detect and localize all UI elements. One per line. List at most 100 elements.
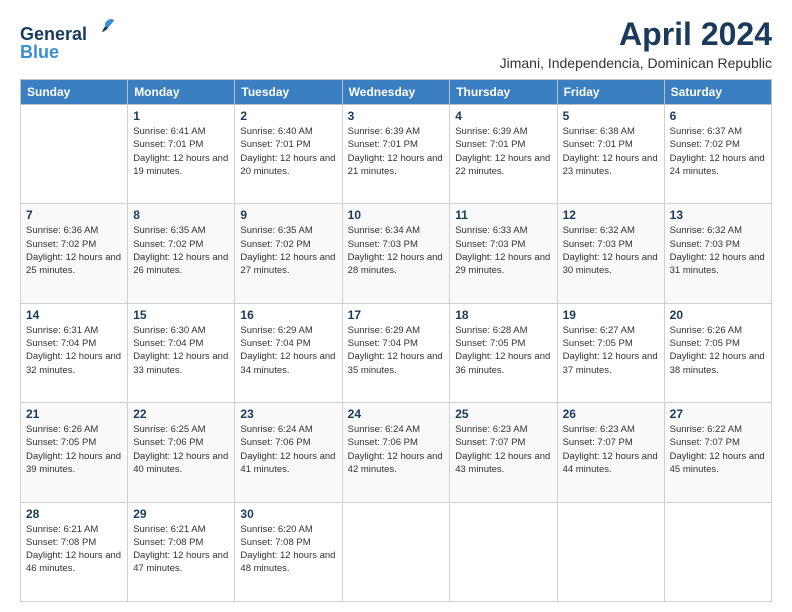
day-number: 19 — [563, 308, 659, 322]
calendar-week-row: 21 Sunrise: 6:26 AMSunset: 7:05 PMDayligh… — [21, 403, 772, 502]
calendar-cell — [557, 502, 664, 601]
day-detail: Sunrise: 6:30 AMSunset: 7:04 PMDaylight:… — [133, 324, 229, 377]
calendar-cell: 6Sunrise: 6:37 AMSunset: 7:02 PMDaylight… — [664, 105, 771, 204]
calendar-header-thursday: Thursday — [450, 80, 557, 105]
calendar-cell — [342, 502, 450, 601]
calendar-cell: 9Sunrise: 6:35 AMSunset: 7:02 PMDaylight… — [235, 204, 342, 303]
day-number: 15 — [133, 308, 229, 322]
subtitle: Jimani, Independencia, Dominican Republi… — [500, 55, 772, 71]
day-number: 10 — [348, 208, 445, 222]
calendar-cell: 2 Sunrise: 6:40 AMSunset: 7:01 PMDaylight… — [235, 105, 342, 204]
calendar-cell — [450, 502, 557, 601]
day-number: 30 — [240, 507, 336, 521]
calendar-cell: 13Sunrise: 6:32 AMSunset: 7:03 PMDayligh… — [664, 204, 771, 303]
day-number: 5 — [563, 109, 659, 123]
calendar-cell: 27 Sunrise: 6:22 AMSunset: 7:07 PMDayligh… — [664, 403, 771, 502]
day-number: 9 — [240, 208, 336, 222]
day-detail: Sunrise: 6:24 AMSunset: 7:06 PMDaylight:… — [240, 423, 336, 476]
calendar-cell — [664, 502, 771, 601]
day-detail: Sunrise: 6:39 AMSunset: 7:01 PMDaylight:… — [455, 125, 551, 178]
day-detail: Sunrise: 6:26 AMSunset: 7:05 PMDaylight:… — [26, 423, 122, 476]
day-detail: Sunrise: 6:22 AMSunset: 7:07 PMDaylight:… — [670, 423, 766, 476]
calendar-header-sunday: Sunday — [21, 80, 128, 105]
day-number: 21 — [26, 407, 122, 421]
day-detail: Sunrise: 6:21 AMSunset: 7:08 PMDaylight:… — [133, 523, 229, 576]
calendar-cell: 25 Sunrise: 6:23 AMSunset: 7:07 PMDayligh… — [450, 403, 557, 502]
logo: General Blue — [20, 16, 118, 63]
calendar-cell: 16Sunrise: 6:29 AMSunset: 7:04 PMDayligh… — [235, 303, 342, 402]
day-detail: Sunrise: 6:41 AMSunset: 7:01 PMDaylight:… — [133, 125, 229, 178]
calendar-header-wednesday: Wednesday — [342, 80, 450, 105]
day-detail: Sunrise: 6:26 AMSunset: 7:05 PMDaylight:… — [670, 324, 766, 377]
calendar-header-saturday: Saturday — [664, 80, 771, 105]
calendar-cell: 18 Sunrise: 6:28 AMSunset: 7:05 PMDayligh… — [450, 303, 557, 402]
calendar-cell: 8 Sunrise: 6:35 AMSunset: 7:02 PMDaylight… — [128, 204, 235, 303]
calendar-cell: 24 Sunrise: 6:24 AMSunset: 7:06 PMDayligh… — [342, 403, 450, 502]
day-number: 29 — [133, 507, 229, 521]
calendar-cell: 7Sunrise: 6:36 AMSunset: 7:02 PMDaylight… — [21, 204, 128, 303]
calendar-header-tuesday: Tuesday — [235, 80, 342, 105]
day-detail: Sunrise: 6:28 AMSunset: 7:05 PMDaylight:… — [455, 324, 551, 377]
title-area: April 2024 Jimani, Independencia, Domini… — [500, 16, 772, 71]
day-detail: Sunrise: 6:29 AMSunset: 7:04 PMDaylight:… — [240, 324, 336, 377]
calendar-cell: 23Sunrise: 6:24 AMSunset: 7:06 PMDayligh… — [235, 403, 342, 502]
day-detail: Sunrise: 6:23 AMSunset: 7:07 PMDaylight:… — [455, 423, 551, 476]
day-number: 8 — [133, 208, 229, 222]
calendar-header-monday: Monday — [128, 80, 235, 105]
calendar-cell: 28Sunrise: 6:21 AMSunset: 7:08 PMDayligh… — [21, 502, 128, 601]
header: General Blue April 2024 Jimani, Independ… — [20, 16, 772, 71]
day-number: 2 — [240, 109, 336, 123]
day-number: 11 — [455, 208, 551, 222]
page: General Blue April 2024 Jimani, Independ… — [0, 0, 792, 612]
day-detail: Sunrise: 6:32 AMSunset: 7:03 PMDaylight:… — [670, 224, 766, 277]
calendar-header-friday: Friday — [557, 80, 664, 105]
day-detail: Sunrise: 6:35 AMSunset: 7:02 PMDaylight:… — [133, 224, 229, 277]
day-number: 4 — [455, 109, 551, 123]
main-title: April 2024 — [500, 16, 772, 53]
day-detail: Sunrise: 6:33 AMSunset: 7:03 PMDaylight:… — [455, 224, 551, 277]
calendar-cell: 12Sunrise: 6:32 AMSunset: 7:03 PMDayligh… — [557, 204, 664, 303]
day-detail: Sunrise: 6:39 AMSunset: 7:01 PMDaylight:… — [348, 125, 445, 178]
day-number: 26 — [563, 407, 659, 421]
day-number: 18 — [455, 308, 551, 322]
calendar-cell: 20 Sunrise: 6:26 AMSunset: 7:05 PMDayligh… — [664, 303, 771, 402]
day-detail: Sunrise: 6:32 AMSunset: 7:03 PMDaylight:… — [563, 224, 659, 277]
calendar-cell: 30 Sunrise: 6:20 AMSunset: 7:08 PMDayligh… — [235, 502, 342, 601]
day-number: 14 — [26, 308, 122, 322]
calendar-cell: 11 Sunrise: 6:33 AMSunset: 7:03 PMDayligh… — [450, 204, 557, 303]
calendar-cell — [21, 105, 128, 204]
calendar-table: SundayMondayTuesdayWednesdayThursdayFrid… — [20, 79, 772, 602]
day-detail: Sunrise: 6:27 AMSunset: 7:05 PMDaylight:… — [563, 324, 659, 377]
day-number: 6 — [670, 109, 766, 123]
day-detail: Sunrise: 6:20 AMSunset: 7:08 PMDaylight:… — [240, 523, 336, 576]
day-detail: Sunrise: 6:40 AMSunset: 7:01 PMDaylight:… — [240, 125, 336, 178]
day-number: 7 — [26, 208, 122, 222]
calendar-cell: 21 Sunrise: 6:26 AMSunset: 7:05 PMDayligh… — [21, 403, 128, 502]
day-number: 17 — [348, 308, 445, 322]
calendar-cell: 3 Sunrise: 6:39 AMSunset: 7:01 PMDaylight… — [342, 105, 450, 204]
calendar-cell: 19 Sunrise: 6:27 AMSunset: 7:05 PMDayligh… — [557, 303, 664, 402]
calendar-cell: 17 Sunrise: 6:29 AMSunset: 7:04 PMDayligh… — [342, 303, 450, 402]
calendar-cell: 29 Sunrise: 6:21 AMSunset: 7:08 PMDayligh… — [128, 502, 235, 601]
calendar-cell: 4 Sunrise: 6:39 AMSunset: 7:01 PMDaylight… — [450, 105, 557, 204]
calendar-week-row: 1Sunrise: 6:41 AMSunset: 7:01 PMDaylight… — [21, 105, 772, 204]
calendar-cell: 15 Sunrise: 6:30 AMSunset: 7:04 PMDayligh… — [128, 303, 235, 402]
calendar-cell: 1Sunrise: 6:41 AMSunset: 7:01 PMDaylight… — [128, 105, 235, 204]
day-number: 25 — [455, 407, 551, 421]
calendar-cell: 26 Sunrise: 6:23 AMSunset: 7:07 PMDayligh… — [557, 403, 664, 502]
day-detail: Sunrise: 6:31 AMSunset: 7:04 PMDaylight:… — [26, 324, 122, 377]
day-number: 27 — [670, 407, 766, 421]
day-detail: Sunrise: 6:34 AMSunset: 7:03 PMDaylight:… — [348, 224, 445, 277]
calendar-week-row: 7Sunrise: 6:36 AMSunset: 7:02 PMDaylight… — [21, 204, 772, 303]
day-detail: Sunrise: 6:23 AMSunset: 7:07 PMDaylight:… — [563, 423, 659, 476]
day-number: 28 — [26, 507, 122, 521]
calendar-week-row: 14 Sunrise: 6:31 AMSunset: 7:04 PMDayligh… — [21, 303, 772, 402]
calendar-week-row: 28 Sunrise: 6:21 AMSunset: 7:08 PMDayligh… — [21, 502, 772, 601]
calendar-cell: 5Sunrise: 6:38 AMSunset: 7:01 PMDaylight… — [557, 105, 664, 204]
day-number: 20 — [670, 308, 766, 322]
calendar-header-row: SundayMondayTuesdayWednesdayThursdayFrid… — [21, 80, 772, 105]
day-detail: Sunrise: 6:29 AMSunset: 7:04 PMDaylight:… — [348, 324, 445, 377]
day-number: 24 — [348, 407, 445, 421]
day-detail: Sunrise: 6:24 AMSunset: 7:06 PMDaylight:… — [348, 423, 445, 476]
day-number: 3 — [348, 109, 445, 123]
